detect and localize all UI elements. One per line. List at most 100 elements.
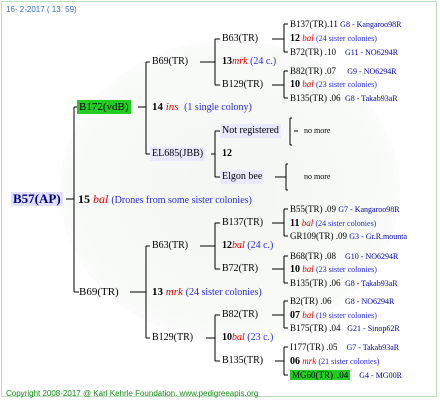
gen3-a1-queen[interactable]: B63(TR)	[222, 32, 258, 46]
gen4-origin: G11 - NO6294R	[345, 48, 399, 57]
root-queen[interactable]: B57(AP)	[11, 192, 63, 206]
gen4-queen: B2(TR)	[290, 296, 318, 306]
gen4-origin: G21 - Sinop62R	[347, 324, 400, 333]
gen4-mid: .11	[327, 19, 338, 29]
gen4-note: (24 sister colonies)	[316, 34, 377, 43]
root-code: bal	[93, 192, 109, 206]
gen2-c-mating-info: 12bal (24 c.)	[222, 239, 273, 253]
gen3-c2-note: (23 sister colonies)	[316, 265, 377, 274]
gen4-note: (23 sister colonies)	[316, 80, 377, 89]
gen3-c2-queen[interactable]: B72(TR)	[222, 262, 258, 276]
gen4-row[interactable]: B72(TR) .10 G11 - NO6294R	[290, 45, 398, 60]
gen4-row[interactable]: GR109(TR) .09 G3 - Gr.R.mounta	[290, 229, 407, 244]
gen4-queen: B55(TR)	[290, 204, 323, 214]
gen1-top-note: (1 single colony)	[184, 102, 252, 113]
gen4-row[interactable]: B55(TR) .09 G7 - Kangaroo98R	[290, 202, 400, 217]
gen4-row[interactable]: B175(TR) .04 G21 - Sinop62R	[290, 321, 400, 336]
gen3-d2-note: (21 sister colonies)	[318, 357, 380, 366]
gen4-origin: G8 - Takab93aR	[345, 94, 398, 103]
gen4-number: 12	[290, 33, 300, 44]
copyright-footer: Copyright 2008-2017 @ Karl Kehrle Founda…	[6, 389, 259, 398]
gen1-bottom-mating-info: 13 mrk (24 sister colonies)	[152, 285, 262, 300]
gen2-a-queen[interactable]: B69(TR)	[152, 55, 188, 69]
gen3-b1-no-more: no more	[304, 126, 331, 135]
gen1-top-number: 14	[152, 101, 163, 113]
gen3-a2-queen[interactable]: B129(TR)	[222, 78, 263, 92]
gen4-origin: G10 - NO6294R	[345, 252, 399, 261]
gen4-row[interactable]: B135(TR) .06 G8 - Takab93aR	[290, 91, 398, 106]
gen4-queen: B135(TR)	[290, 278, 327, 288]
gen3-b2-no-more: no more	[304, 172, 331, 181]
report-date: 16- 2-2017 ( 13: 59)	[6, 5, 77, 14]
gen2-d-code: bal	[232, 332, 245, 343]
gen2-c-number: 12	[222, 240, 232, 251]
gen3-d2-number: 06	[290, 356, 300, 367]
gen2-d-queen[interactable]: B129(TR)	[152, 331, 193, 345]
gen3-c2-code: bal	[302, 264, 314, 274]
gen1-bottom-queen[interactable]: B69(TR)	[79, 285, 119, 299]
gen3-c2-mating-info: 10 bal (23 sister colonies)	[290, 262, 377, 277]
gen4-mid: .09	[335, 231, 347, 241]
gen4-mid: .05	[326, 342, 338, 352]
gen2-d-number: 10	[222, 332, 232, 343]
gen1-top-code: ins	[165, 101, 179, 113]
gen1-bottom-number: 13	[152, 286, 163, 298]
gen4-queen: B137(TR)	[290, 19, 327, 29]
gen4-origin: G8 - Takab93aR	[345, 279, 398, 288]
gen3-d1-number: 07	[290, 310, 300, 321]
gen3-b2-queen[interactable]: Elgon bee	[220, 170, 265, 184]
gen3-c1-note: (24 sister colonies)	[315, 219, 377, 228]
gen3-d1-queen[interactable]: B82(TR)	[222, 308, 258, 322]
gen4-row[interactable]: MG60(TR) .04 G4 - MG00R	[290, 368, 402, 383]
gen4-row[interactable]: B2(TR) .06 G8 - NO6294R	[290, 294, 394, 309]
gen4-mating-info: 10 bal (23 sister colonies)	[290, 77, 377, 92]
gen2-b-queen[interactable]: EL685(JBB)	[150, 147, 206, 161]
gen4-queen: B135(TR)	[290, 93, 327, 103]
gen4-mid: .06	[329, 93, 341, 103]
gen1-top-mating-info: 14 ins (1 single colony)	[152, 100, 252, 115]
gen4-code: bal	[302, 33, 314, 43]
gen4-origin: G4 - MG00R	[359, 371, 402, 380]
gen2-c-queen[interactable]: B63(TR)	[152, 239, 188, 253]
gen4-mid: .10	[324, 47, 336, 57]
gen4-row[interactable]: B68(TR) .08 G10 - NO6294R	[290, 249, 398, 264]
gen4-origin: G7 - Takab93aR	[346, 343, 400, 352]
gen2-c-code: bal	[232, 240, 245, 251]
gen4-queen: B68(TR)	[290, 251, 323, 261]
root-number: 15	[78, 192, 90, 206]
gen1-bottom-code: mrk	[165, 286, 183, 298]
gen2-d-note: (23 c.)	[247, 332, 274, 343]
gen4-mid: .06	[329, 278, 341, 288]
gen4-number: 10	[290, 79, 300, 90]
gen3-d1-note: (19 sister colonies)	[316, 311, 377, 320]
root-note: (Drones from some sister colonies)	[111, 195, 252, 206]
gen3-b1-queen[interactable]: Not registered	[220, 124, 281, 138]
gen2-b-number: 12	[222, 148, 232, 159]
gen3-d2-code: mrk	[302, 356, 317, 366]
gen2-d-mating-info: 10bal (23 c.)	[222, 331, 273, 345]
gen4-mid: .06	[320, 296, 332, 306]
gen4-row[interactable]: I177(TR) .05 G7 - Takab93aR	[290, 340, 399, 355]
gen4-mid: .07	[324, 66, 336, 76]
gen4-row[interactable]: B135(TR) .06 G8 - Takab93aR	[290, 276, 398, 291]
gen4-code: bal	[302, 79, 314, 89]
gen2-a-mating-info: 13mrk (24 c.)	[222, 55, 276, 69]
gen2-c-note: (24 c.)	[247, 240, 274, 251]
gen4-row[interactable]: B137(TR).11 G8 - Kangaroo98R	[290, 17, 402, 32]
gen4-origin: G8 - Kangaroo98R	[340, 20, 402, 29]
gen4-queen: B82(TR)	[290, 66, 323, 76]
gen4-queen: MG60(TR)	[290, 370, 335, 380]
gen4-mid: .08	[324, 251, 336, 261]
gen4-origin: G8 - NO6294R	[345, 297, 395, 306]
gen4-queen: GR109(TR)	[290, 231, 334, 241]
gen4-mid: .04	[329, 323, 341, 333]
gen4-mid: .04	[335, 370, 351, 380]
gen4-origin: G7 - Kangaroo98R	[338, 205, 400, 214]
root-mating-info: 15 bal (Drones from some sister colonies…	[78, 192, 252, 208]
gen3-d2-queen[interactable]: B135(TR)	[222, 354, 263, 368]
gen4-origin: G9 - NO6294R	[347, 67, 397, 76]
gen4-origin: G3 - Gr.R.mounta	[349, 232, 408, 241]
gen1-top-queen[interactable]: B172(vdB)	[77, 100, 131, 114]
gen3-c1-number: 11	[290, 218, 300, 229]
gen3-c1-queen[interactable]: B137(TR)	[222, 216, 263, 230]
